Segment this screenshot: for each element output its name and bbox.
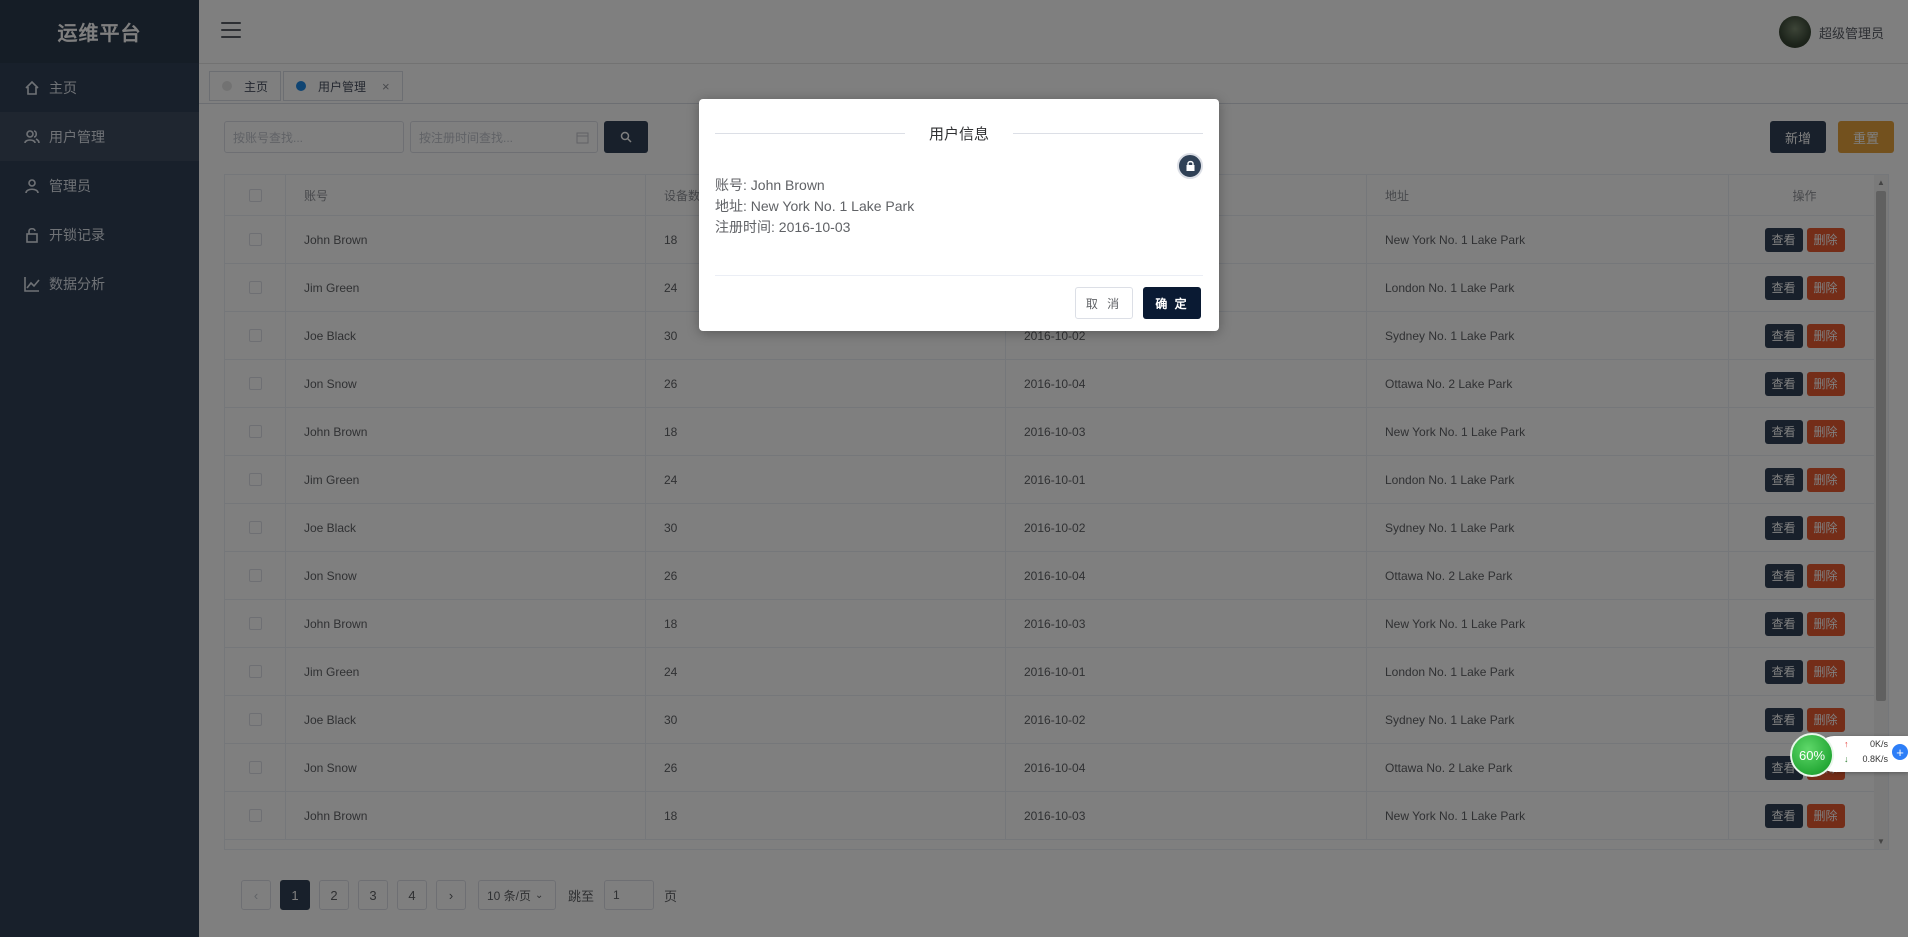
dialog-divider (715, 275, 1203, 276)
network-speed-widget[interactable]: ↑ 0K/s ↓ 0.8K/s + 60% (1790, 733, 1908, 777)
lock-icon[interactable] (1177, 153, 1203, 179)
user-info-dialog: 用户信息 账号: John Brown 地址: New York No. 1 L… (699, 99, 1219, 331)
dialog-address: 地址: New York No. 1 Lake Park (715, 198, 915, 214)
dialog-body: 账号: John Brown 地址: New York No. 1 Lake P… (715, 175, 914, 238)
confirm-button[interactable]: 确 定 (1143, 287, 1201, 319)
dialog-title: 用户信息 (929, 125, 990, 143)
cancel-button[interactable]: 取 消 (1075, 287, 1133, 319)
arrow-down-icon: ↓ (1844, 754, 1849, 764)
dialog-account: 账号: John Brown (715, 177, 825, 193)
upload-speed-value: 0K/s (1869, 739, 1888, 749)
plus-icon[interactable]: + (1892, 744, 1908, 760)
download-speed: ↓ 0.8K/s (1844, 754, 1888, 764)
download-speed-value: 0.8K/s (1862, 754, 1888, 764)
dialog-date: 注册时间: 2016-10-03 (715, 219, 851, 235)
arrow-up-icon: ↑ (1844, 739, 1849, 749)
network-usage-circle[interactable]: 60% (1790, 733, 1834, 777)
dialog-header: 用户信息 (715, 123, 1204, 143)
upload-speed: ↑ 0K/s (1844, 739, 1888, 749)
